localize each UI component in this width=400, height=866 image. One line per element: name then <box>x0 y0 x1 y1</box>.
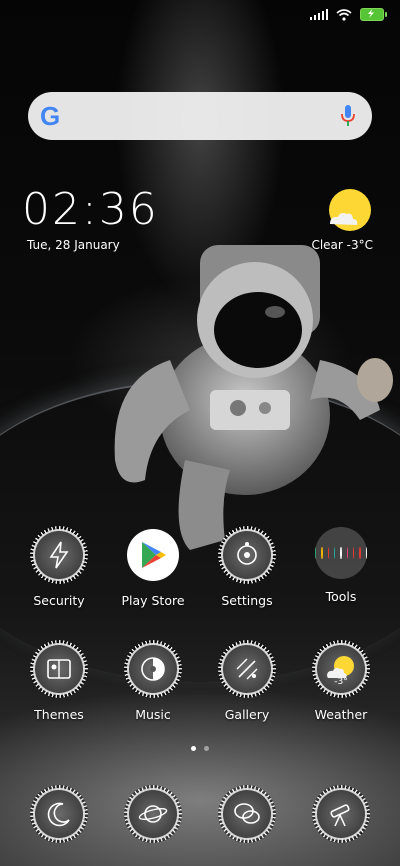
app-label: Gallery <box>224 707 270 722</box>
dock-app-chat[interactable] <box>202 788 292 840</box>
app-tools-folder[interactable]: Tools <box>296 527 386 604</box>
wifi-icon <box>336 8 352 21</box>
app-security[interactable]: Security <box>14 529 104 608</box>
app-label: Themes <box>34 707 84 722</box>
app-music[interactable]: Music <box>108 643 198 722</box>
app-label: Settings <box>221 593 273 608</box>
app-label: Weather <box>314 707 368 722</box>
google-logo-icon: G <box>40 101 61 131</box>
cellular-signal-icon <box>310 9 328 20</box>
gear-icon <box>221 529 273 581</box>
dock-app-moon[interactable] <box>14 788 104 840</box>
app-gallery[interactable]: Gallery <box>202 643 292 722</box>
battery-charging-icon <box>360 8 387 21</box>
app-settings[interactable]: Settings <box>202 529 292 608</box>
page-indicator <box>0 746 400 751</box>
dock-app-telescope[interactable] <box>296 788 386 840</box>
themes-icon <box>33 643 85 695</box>
dock-app-planet[interactable] <box>108 788 198 840</box>
planet-icon <box>127 788 179 840</box>
clock-time[interactable]: 02:36 <box>22 188 159 232</box>
status-bar <box>310 8 387 21</box>
weather-temp-badge: -3° <box>334 677 348 687</box>
play-store-icon <box>127 529 179 581</box>
app-label: Security <box>33 593 85 608</box>
gallery-icon <box>221 643 273 695</box>
sun-cloud-icon[interactable] <box>328 188 372 232</box>
weather-icon: -3° <box>315 643 367 695</box>
google-search-bar[interactable]: G <box>28 92 372 140</box>
clock-date[interactable]: Tue, 28 January <box>27 238 120 252</box>
app-label: Tools <box>325 589 357 604</box>
microphone-icon[interactable] <box>340 104 356 128</box>
weather-summary[interactable]: Clear -3°C <box>311 238 373 252</box>
app-weather[interactable]: -3° Weather <box>296 643 386 722</box>
page-dot-active <box>191 746 196 751</box>
telescope-icon <box>315 788 367 840</box>
music-disc-icon <box>127 643 179 695</box>
home-screen: G 02:36 Tue, 28 January Clear -3°C Secur… <box>0 0 400 866</box>
page-dot <box>204 746 209 751</box>
app-play-store[interactable]: Play Store <box>108 529 198 608</box>
chat-bubbles-icon <box>221 788 273 840</box>
app-label: Music <box>135 707 171 722</box>
moon-icon <box>33 788 85 840</box>
app-label: Play Store <box>121 593 185 608</box>
lightning-icon <box>33 529 85 581</box>
tools-folder-icon <box>315 527 367 579</box>
astronaut-wallpaper-image <box>114 245 393 550</box>
app-themes[interactable]: Themes <box>14 643 104 722</box>
